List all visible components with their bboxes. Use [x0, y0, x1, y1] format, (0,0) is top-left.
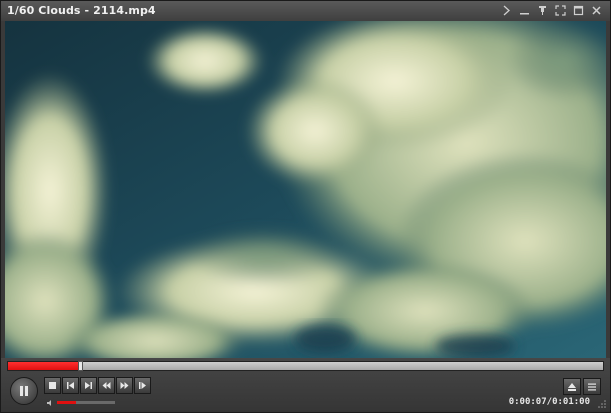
- stop-icon: [49, 382, 56, 389]
- title-bar-buttons: [499, 3, 604, 18]
- eject-button[interactable]: [563, 378, 581, 395]
- fullscreen-icon[interactable]: [553, 3, 568, 18]
- time-display: 0:00:07/0:01:00: [508, 397, 590, 407]
- step-forward-icon: [139, 382, 146, 389]
- volume-level: [57, 401, 77, 404]
- volume-slider[interactable]: [57, 401, 115, 404]
- step-forward-button[interactable]: [134, 377, 151, 394]
- pause-icon: [20, 386, 28, 396]
- title-bar[interactable]: 1/60 Clouds - 2114.mp4: [1, 1, 610, 21]
- fast-forward-icon: [120, 382, 129, 389]
- chevron-right-icon[interactable]: [499, 3, 514, 18]
- pause-button[interactable]: [10, 377, 38, 405]
- rewind-icon: [102, 382, 111, 389]
- minimize-icon[interactable]: [517, 3, 532, 18]
- fast-forward-button[interactable]: [116, 377, 133, 394]
- transport-buttons: [44, 377, 151, 394]
- maximize-icon[interactable]: [571, 3, 586, 18]
- pin-icon[interactable]: [535, 3, 550, 18]
- stop-button[interactable]: [44, 377, 61, 394]
- control-panel: 0:00:07/0:01:00: [1, 358, 610, 412]
- previous-icon: [67, 382, 74, 389]
- playlist-icon: [588, 383, 596, 390]
- seek-handle[interactable]: [77, 361, 83, 371]
- video-clouds-image: [5, 21, 606, 358]
- window-title: 1/60 Clouds - 2114.mp4: [7, 4, 156, 17]
- playlist-button[interactable]: [583, 378, 601, 395]
- next-icon: [85, 382, 92, 389]
- video-frame[interactable]: [5, 21, 606, 358]
- close-icon[interactable]: [589, 3, 604, 18]
- seek-progress: [8, 362, 78, 370]
- previous-button[interactable]: [62, 377, 79, 394]
- resize-grip-icon[interactable]: [597, 399, 607, 409]
- next-button[interactable]: [80, 377, 97, 394]
- seek-bar[interactable]: [7, 361, 604, 371]
- media-player-window: 1/60 Clouds - 2114.mp4 0:00:07/0:01:00: [0, 0, 611, 413]
- speaker-icon[interactable]: [46, 399, 54, 407]
- eject-icon: [568, 382, 576, 391]
- rewind-button[interactable]: [98, 377, 115, 394]
